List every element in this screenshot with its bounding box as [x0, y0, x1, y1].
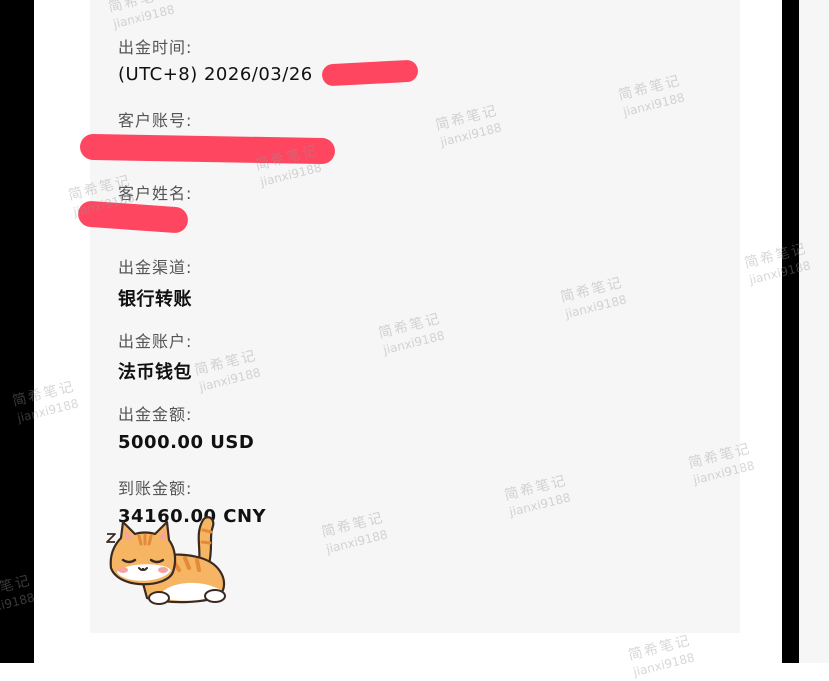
withdrawal-account-label: 出金账户: — [118, 332, 193, 351]
withdrawal-time-label: 出金时间: — [118, 38, 193, 57]
device-bezel-left — [0, 0, 34, 663]
withdrawal-channel-label: 出金渠道: — [118, 258, 193, 277]
device-bezel-right — [782, 0, 799, 663]
withdrawal-account-value: 法币钱包 — [118, 362, 192, 383]
customer-account-label: 客户账号: — [118, 111, 193, 130]
withdrawal-amount-value: 5000.00 USD — [118, 432, 255, 453]
background-edge — [799, 0, 829, 663]
withdrawal-time-value: (UTC+8) 2026/03/26 — [118, 64, 313, 85]
withdrawal-amount-label: 出金金额: — [118, 405, 193, 424]
received-amount-label: 到账金额: — [118, 479, 193, 498]
sleeping-cat-sticker-icon — [106, 516, 226, 605]
withdrawal-channel-value: 银行转账 — [118, 289, 192, 310]
